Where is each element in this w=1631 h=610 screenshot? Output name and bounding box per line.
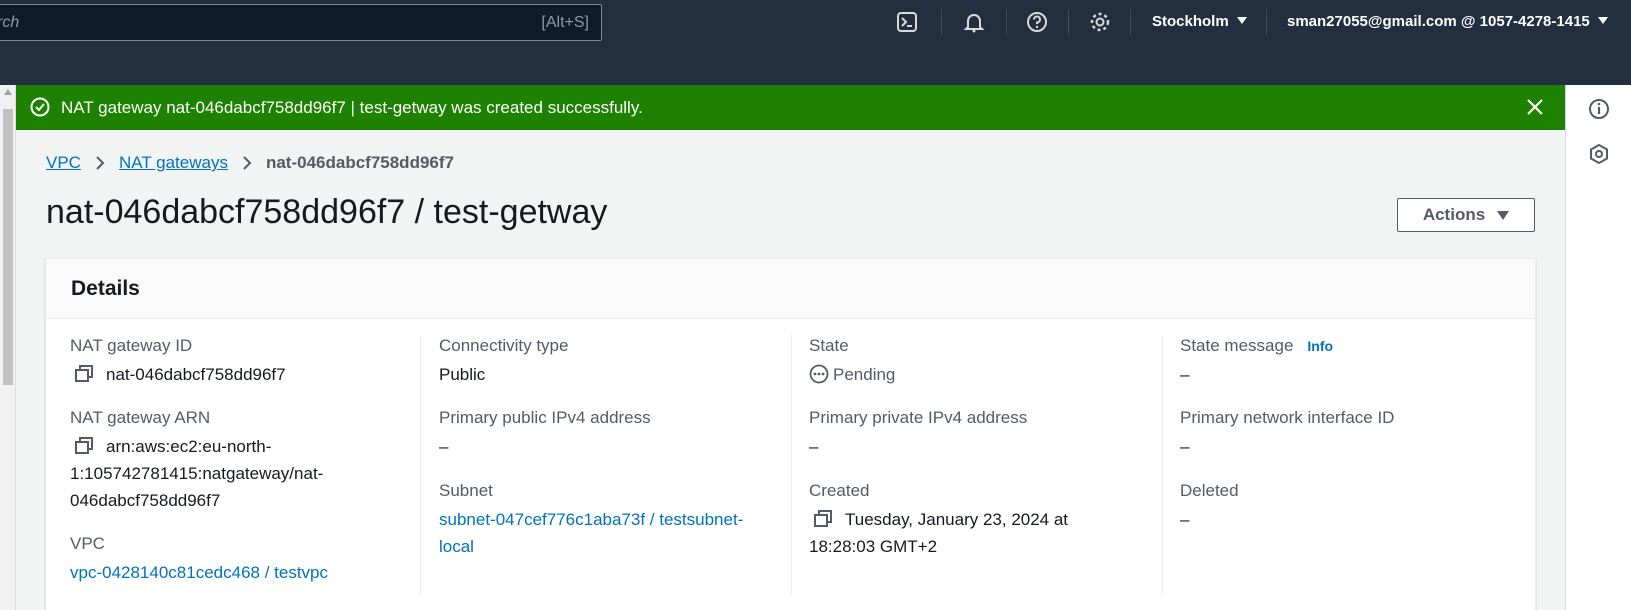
nat-gateway-id-field: NAT gateway ID nat-046dabcf758dd96f7 — [70, 335, 410, 388]
field-label: Primary private IPv4 address — [809, 408, 1028, 427]
nat-gateway-arn-field: NAT gateway ARN arn:aws:ec2:eu-north- 1:… — [70, 407, 410, 514]
nav-divider — [1130, 9, 1131, 35]
field-label: State message Info — [1180, 335, 1520, 357]
feedback-icon[interactable] — [1587, 142, 1611, 166]
column-divider — [420, 335, 421, 595]
scroll-thumb[interactable] — [3, 109, 13, 385]
actions-label: Actions — [1422, 205, 1486, 224]
gear-icon[interactable] — [1088, 10, 1112, 34]
network-interface-field: Primary network interface ID – — [1180, 407, 1520, 460]
nav-divider — [941, 9, 942, 35]
caret-down-icon — [1497, 210, 1510, 220]
chevron-right-icon — [242, 155, 252, 171]
breadcrumb: VPC NAT gateways nat-046dabcf758dd96f7 — [46, 153, 454, 173]
vpc-link[interactable]: vpc-0428140c81cedc468 / testvpc — [70, 559, 410, 586]
details-title: Details — [71, 277, 140, 300]
details-header: Details — [46, 259, 1535, 319]
field-label: Deleted — [1180, 481, 1239, 500]
arn-line-3: 046dabcf758dd96f7 — [70, 491, 221, 510]
subnet-line-1: subnet-047cef776c1aba73f / testsubnet- — [439, 510, 744, 529]
account-menu[interactable]: sman27055@gmail.com @ 1057-4278-1415 — [1287, 13, 1608, 30]
state-message-field: State message Info – — [1180, 335, 1520, 388]
nav-divider — [1266, 9, 1267, 35]
copy-icon[interactable] — [74, 365, 94, 383]
details-panel: Details NAT gateway ID nat-046dabcf758dd… — [45, 258, 1536, 610]
field-label: NAT gateway ID — [70, 336, 193, 355]
field-label: Created — [809, 481, 870, 500]
field-value: nat-046dabcf758dd96f7 — [70, 361, 410, 388]
check-circle-icon — [30, 97, 50, 117]
copy-icon[interactable] — [74, 437, 94, 455]
field-value: arn:aws:ec2:eu-north- 1:105742781415:nat… — [70, 433, 410, 514]
subnet-link[interactable]: subnet-047cef776c1aba73f / testsubnet- l… — [439, 506, 779, 560]
created-field: Created Tuesday, January 23, 2024 at 18:… — [809, 480, 1149, 560]
field-value: Tuesday, January 23, 2024 at 18:28:03 GM… — [809, 506, 1149, 560]
arn-line-2: 1:105742781415:natgateway/nat- — [70, 464, 324, 483]
top-navigation: rch [Alt+S] Stockholm sman27055@gmail.co… — [0, 0, 1631, 85]
field-value: – — [439, 437, 449, 456]
chevron-down-icon — [1597, 17, 1608, 24]
field-value: – — [1180, 510, 1190, 529]
nav-divider — [1006, 9, 1007, 35]
chevron-right-icon — [95, 155, 105, 171]
pending-icon — [809, 364, 829, 384]
connectivity-type-field: Connectivity type Public — [439, 335, 779, 388]
field-label: Primary network interface ID — [1180, 408, 1395, 427]
state-field: State Pending — [809, 335, 1149, 388]
field-label: State — [809, 336, 849, 355]
copy-icon[interactable] — [813, 510, 833, 528]
vpc-field: VPC vpc-0428140c81cedc468 / testvpc — [70, 533, 410, 586]
cloudshell-icon[interactable] — [895, 10, 919, 34]
field-value: Pending — [809, 361, 1149, 388]
field-value: – — [809, 437, 819, 456]
field-label: VPC — [70, 534, 105, 553]
region-label: Stockholm — [1152, 13, 1229, 30]
scrollbar[interactable] — [0, 85, 16, 610]
public-ip-field: Primary public IPv4 address – — [439, 407, 779, 460]
page-title: nat-046dabcf758dd96f7 / test-getway — [46, 193, 608, 231]
deleted-field: Deleted – — [1180, 480, 1520, 533]
success-flash-banner: NAT gateway nat-046dabcf758dd96f7 | test… — [16, 85, 1565, 130]
account-label: sman27055@gmail.com @ 1057-4278-1415 — [1287, 13, 1590, 30]
bell-icon[interactable] — [962, 10, 986, 34]
field-label: Primary public IPv4 address — [439, 408, 651, 427]
arn-line-1: arn:aws:ec2:eu-north- — [106, 437, 272, 456]
search-placeholder: rch — [0, 14, 20, 31]
state-value: Pending — [833, 365, 896, 384]
breadcrumb-current: nat-046dabcf758dd96f7 — [265, 153, 454, 172]
breadcrumb-link-vpc[interactable]: VPC — [46, 153, 81, 173]
close-icon[interactable] — [1523, 95, 1547, 119]
chevron-down-icon — [1236, 17, 1247, 24]
field-value: – — [1180, 437, 1190, 456]
subnet-line-2: local — [439, 537, 474, 556]
tools-panel — [1565, 85, 1631, 610]
field-label: NAT gateway ARN — [70, 408, 211, 427]
region-selector[interactable]: Stockholm — [1152, 13, 1247, 30]
subnet-field: Subnet subnet-047cef776c1aba73f / testsu… — [439, 480, 779, 560]
state-message-label: State message — [1180, 336, 1294, 355]
breadcrumb-link-nat-gateways[interactable]: NAT gateways — [119, 153, 228, 173]
created-line-2: 18:28:03 GMT+2 — [809, 537, 938, 556]
field-label: Subnet — [439, 481, 493, 500]
nat-gateway-id: nat-046dabcf758dd96f7 — [106, 365, 286, 384]
help-icon[interactable] — [1025, 10, 1049, 34]
info-link[interactable]: Info — [1307, 338, 1333, 354]
column-divider — [791, 335, 792, 595]
column-divider — [1162, 335, 1163, 595]
search-input[interactable]: rch [Alt+S] — [0, 4, 602, 41]
actions-button[interactable]: Actions — [1397, 198, 1535, 232]
field-label: Connectivity type — [439, 336, 569, 355]
private-ip-field: Primary private IPv4 address – — [809, 407, 1149, 460]
info-icon[interactable] — [1587, 97, 1611, 121]
nav-divider — [1068, 9, 1069, 35]
field-value: – — [1180, 365, 1190, 384]
scroll-up-arrow[interactable] — [4, 89, 12, 95]
flash-message: NAT gateway nat-046dabcf758dd96f7 | test… — [61, 98, 643, 117]
field-value: Public — [439, 365, 486, 384]
created-line-1: Tuesday, January 23, 2024 at — [845, 510, 1069, 529]
search-shortcut: [Alt+S] — [541, 14, 589, 31]
